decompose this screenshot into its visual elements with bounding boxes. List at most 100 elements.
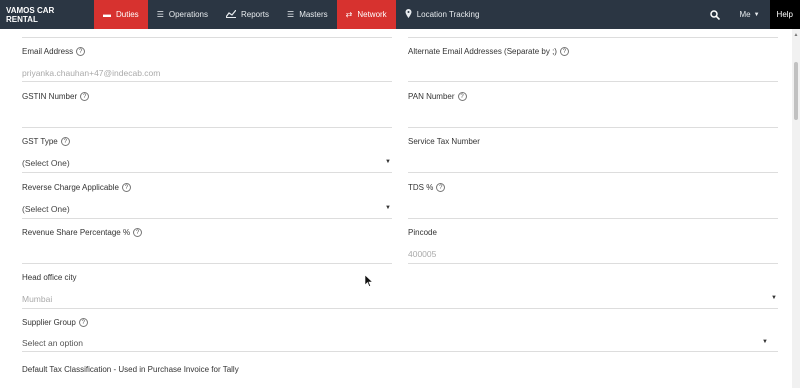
help-icon[interactable]: ? — [121, 183, 131, 192]
reverse-charge-field-group: Reverse Charge Applicable ? (Select One)… — [22, 183, 392, 219]
revenue-share-field-group: Revenue Share Percentage % ? — [22, 228, 392, 264]
email-input[interactable]: priyanka.chauhan+47@indecab.com — [22, 68, 160, 78]
nav-item-reports[interactable]: Reports — [217, 0, 278, 29]
field-underline — [22, 127, 392, 128]
supplier-group-field-group: Supplier Group ? Select an option ▼ — [22, 318, 778, 352]
help-icon[interactable]: ? — [457, 92, 467, 101]
field-underline — [408, 37, 778, 38]
field-underline — [22, 37, 392, 38]
supplier-group-label-text: Supplier Group — [22, 318, 76, 327]
nav-item-label: Masters — [299, 10, 328, 19]
nav-item-masters[interactable]: ☰ Masters — [278, 0, 337, 29]
list-icon: ☰ — [156, 9, 164, 19]
gstin-field-group: GSTIN Number ? — [22, 92, 392, 128]
field-underline — [408, 172, 778, 173]
help-icon[interactable]: ? — [559, 47, 569, 56]
gstin-label-text: GSTIN Number — [22, 92, 78, 101]
tds-label-text: TDS % — [408, 183, 434, 192]
user-menu-label: Me — [739, 10, 751, 19]
caret-down-icon: ▼ — [753, 11, 760, 18]
reverse-charge-label-text: Reverse Charge Applicable — [22, 183, 119, 192]
gst-type-select[interactable]: (Select One) — [22, 158, 70, 168]
field-underline — [22, 172, 392, 173]
default-tax-field-group: Default Tax Classification - Used in Pur… — [22, 365, 778, 385]
help-button[interactable]: Help — [769, 0, 800, 29]
caret-down-icon[interactable]: ▼ — [762, 339, 768, 345]
service-tax-field-group: Service Tax Number — [408, 137, 778, 173]
revenue-share-label: Revenue Share Percentage % ? — [22, 228, 392, 237]
tds-field-group: TDS % ? — [408, 183, 778, 219]
gst-type-field-group: GST Type ? (Select One) ▼ — [22, 137, 392, 173]
scrollbar-thumb[interactable] — [794, 62, 798, 120]
pan-label-text: PAN Number — [408, 92, 455, 101]
field-underline — [22, 81, 392, 82]
alternate-email-label-text: Alternate Email Addresses (Separate by ;… — [408, 47, 557, 56]
email-label-text: Email Address — [22, 47, 74, 56]
help-icon[interactable]: ? — [60, 137, 70, 146]
pincode-field-group: Pincode 400005 — [408, 228, 778, 264]
service-tax-label: Service Tax Number — [408, 137, 778, 146]
field-underline — [22, 351, 778, 352]
email-field-group: Email Address ? priyanka.chauhan+47@inde… — [22, 47, 392, 82]
nav-item-network[interactable]: ⇄ Network — [336, 0, 396, 29]
search-icon — [710, 9, 721, 20]
line-chart-icon — [225, 9, 237, 20]
search-button[interactable] — [701, 0, 729, 29]
minus-icon: ▬ — [103, 9, 111, 19]
email-label: Email Address ? — [22, 47, 392, 56]
nav-item-label: Operations — [168, 10, 208, 19]
gstin-label: GSTIN Number ? — [22, 92, 392, 101]
pincode-label: Pincode — [408, 228, 778, 237]
supplier-group-label: Supplier Group ? — [22, 318, 778, 327]
nav-item-label: Network — [357, 10, 387, 19]
form-container: Email Address ? priyanka.chauhan+47@inde… — [0, 29, 792, 388]
pincode-label-text: Pincode — [408, 228, 437, 237]
service-tax-label-text: Service Tax Number — [408, 137, 480, 146]
field-underline — [22, 218, 392, 219]
default-tax-label: Default Tax Classification - Used in Pur… — [22, 365, 778, 374]
tds-label: TDS % ? — [408, 183, 778, 192]
nav-item-label: Reports — [241, 10, 270, 19]
alternate-email-field-group: Alternate Email Addresses (Separate by ;… — [408, 47, 778, 82]
help-icon[interactable]: ? — [80, 92, 90, 101]
field-underline — [22, 263, 392, 264]
help-icon[interactable]: ? — [436, 183, 446, 192]
head-office-city-label-text: Head office city — [22, 273, 77, 282]
shuffle-icon: ⇄ — [345, 9, 353, 19]
default-tax-label-text: Default Tax Classification - Used in Pur… — [22, 365, 239, 374]
mouse-cursor-icon — [365, 275, 373, 287]
caret-down-icon[interactable]: ▼ — [385, 159, 391, 165]
caret-down-icon[interactable]: ▼ — [771, 295, 777, 301]
help-icon[interactable]: ? — [76, 47, 86, 56]
field-underline — [408, 263, 778, 264]
user-menu-dropdown[interactable]: Me ▼ — [729, 0, 769, 29]
reverse-charge-label: Reverse Charge Applicable ? — [22, 183, 392, 192]
nav-right-group: Me ▼ Help — [701, 0, 800, 29]
nav-item-location-tracking[interactable]: Location Tracking — [396, 0, 489, 29]
help-icon[interactable]: ? — [78, 318, 88, 327]
field-underline — [22, 308, 778, 309]
nav-item-duties[interactable]: ▬ Duties — [94, 0, 148, 29]
pan-label: PAN Number ? — [408, 92, 778, 101]
field-underline — [408, 81, 778, 82]
field-underline — [408, 218, 778, 219]
alternate-email-label: Alternate Email Addresses (Separate by ;… — [408, 47, 778, 56]
head-office-city-select[interactable]: Mumbai — [22, 294, 52, 304]
pincode-input[interactable]: 400005 — [408, 249, 436, 259]
gst-type-label-text: GST Type — [22, 137, 58, 146]
field-underline — [408, 127, 778, 128]
map-pin-icon — [405, 9, 412, 20]
pan-field-group: PAN Number ? — [408, 92, 778, 128]
head-office-city-label: Head office city — [22, 273, 778, 282]
help-icon[interactable]: ? — [133, 228, 143, 237]
revenue-share-label-text: Revenue Share Percentage % — [22, 228, 131, 237]
caret-down-icon[interactable]: ▼ — [385, 205, 391, 211]
gst-type-label: GST Type ? — [22, 137, 392, 146]
head-office-city-field-group: Head office city Mumbai ▼ — [22, 273, 778, 309]
top-navbar: VAMOS CAR RENTAL ▬ Duties ☰ Operations R… — [0, 0, 800, 29]
scroll-up-arrow-icon[interactable]: ▲ — [793, 32, 799, 38]
brand-logo[interactable]: VAMOS CAR RENTAL — [0, 0, 94, 29]
nav-item-operations[interactable]: ☰ Operations — [148, 0, 217, 29]
supplier-group-select[interactable]: Select an option — [22, 338, 83, 348]
reverse-charge-select[interactable]: (Select One) — [22, 204, 70, 214]
